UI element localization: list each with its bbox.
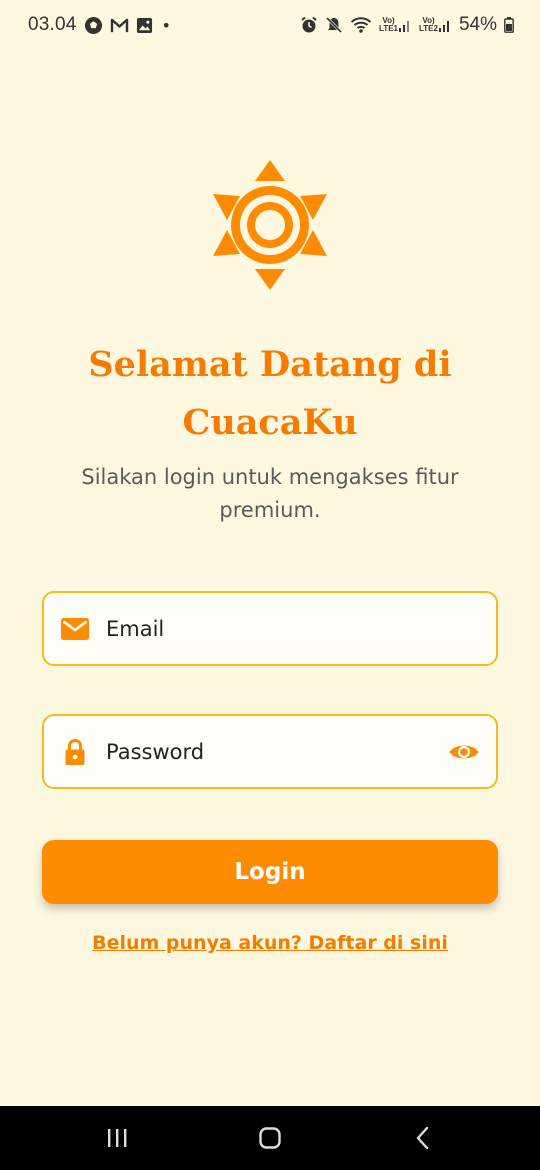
login-screen: 03.04 • Vo) LTE1 Vo) LTE2 54% Selamat Da… — [0, 0, 540, 1170]
alarm-icon — [300, 16, 318, 34]
gallery-icon — [136, 17, 153, 34]
signal-lte2-icon: Vo) LTE2 — [419, 17, 452, 33]
signal-lte1-icon: Vo) LTE1 — [379, 17, 412, 33]
login-button[interactable]: Login — [42, 840, 498, 904]
recent-apps-icon[interactable] — [87, 1113, 147, 1163]
mute-icon — [325, 16, 343, 34]
email-field[interactable] — [42, 591, 498, 666]
soccer-ball-icon — [84, 16, 103, 35]
welcome-title: Selamat Datang di CuacaKu — [88, 344, 452, 443]
register-link[interactable]: Belum punya akun? Daftar di sini — [60, 932, 480, 954]
lte2-label: LTE2 — [419, 24, 438, 33]
lte1-label: LTE1 — [379, 24, 398, 33]
status-right: Vo) LTE1 Vo) LTE2 54% — [300, 14, 514, 36]
home-icon[interactable] — [240, 1113, 300, 1163]
password-input[interactable] — [106, 716, 434, 787]
navigation-bar — [0, 1106, 540, 1170]
mail-icon — [60, 593, 90, 664]
password-field[interactable] — [42, 714, 498, 789]
sun-logo-icon — [205, 154, 335, 294]
back-icon[interactable] — [393, 1113, 453, 1163]
eye-icon[interactable] — [448, 716, 480, 787]
status-time: 03.04 — [28, 14, 77, 35]
gmail-icon — [110, 18, 129, 33]
status-left: 03.04 • — [28, 14, 171, 36]
wifi-icon — [350, 16, 372, 34]
lock-icon — [60, 716, 90, 787]
battery-icon — [504, 17, 514, 33]
battery-percent: 54% — [458, 14, 497, 35]
welcome-subtitle: Silakan login untuk mengakses fitur prem… — [81, 465, 459, 522]
notification-dot: • — [161, 15, 171, 35]
status-bar: 03.04 • Vo) LTE1 Vo) LTE2 54% — [0, 0, 540, 50]
email-input[interactable] — [106, 593, 434, 664]
